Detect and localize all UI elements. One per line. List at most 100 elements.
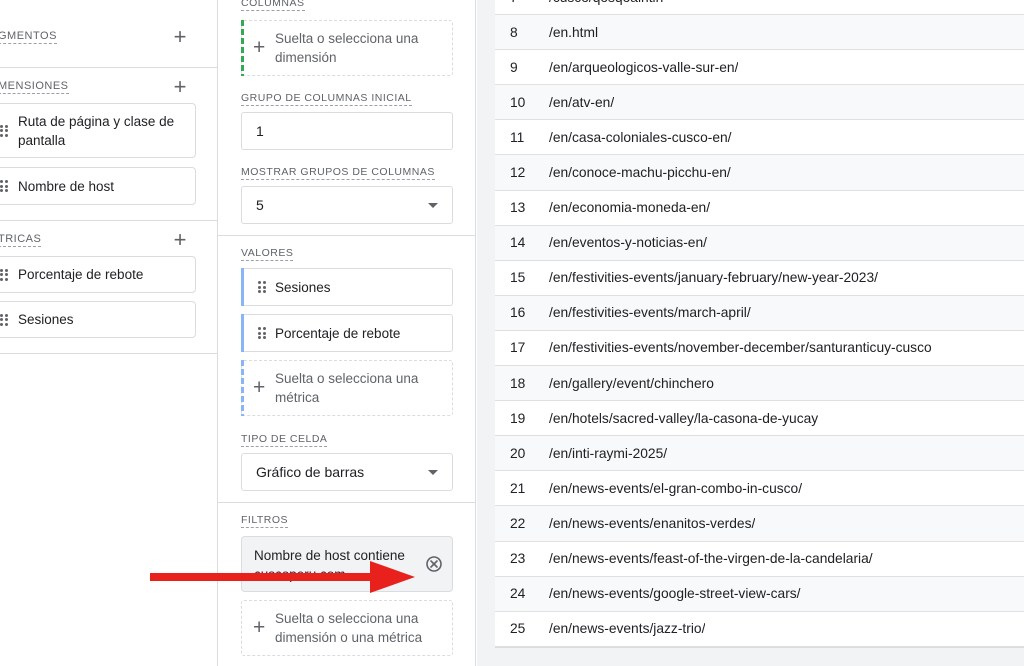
values-drop-zone[interactable]: + Suelta o selecciona una métrica [241, 360, 453, 416]
table-row[interactable]: 9/en/arqueologicos-valle-sur-en/ [495, 50, 1024, 86]
table-row[interactable]: 11/en/casa-coloniales-cusco-en/ [495, 120, 1024, 156]
row-number: 23 [510, 551, 526, 567]
page-path-cell: /en/casa-coloniales-cusco-en/ [549, 129, 732, 145]
table-row[interactable]: 17/en/festivities-events/november-decemb… [495, 330, 1024, 367]
divider [0, 353, 218, 354]
row-number: 7 [495, 0, 549, 5]
dropdown-arrow-icon [428, 203, 438, 208]
segments-header: GMENTOS + [0, 26, 218, 50]
value-chip-sessions[interactable]: Sesiones [241, 268, 453, 306]
table-row[interactable]: 22/en/news-events/enanitos-verdes/ [495, 506, 1024, 542]
row-number: 15 [510, 270, 526, 286]
values-label: VALORES [241, 247, 294, 261]
row-number: 20 [510, 445, 526, 461]
row-number: 14 [510, 235, 526, 251]
page-path-cell: /en/conoce-machu-picchu-en/ [549, 165, 731, 181]
row-number: 9 [510, 59, 518, 75]
tab-settings-panel: COLUMNAS + Suelta o selecciona una dimen… [218, 0, 476, 666]
table-row[interactable]: 23/en/news-events/feast-of-the-virgen-de… [495, 541, 1024, 577]
filter-chip-hostname[interactable]: Nombre de host contiene cuscoperu.com [241, 536, 453, 592]
drag-handle-icon[interactable] [0, 268, 8, 281]
columns-drop-text: Suelta o selecciona una dimensión [275, 31, 419, 65]
table-row[interactable]: 19/en/hotels/sacred-valley/la-casona-de-… [495, 401, 1024, 437]
table-row[interactable]: 10/en/atv-en/ [495, 85, 1024, 121]
columns-drop-zone[interactable]: + Suelta o selecciona una dimensión [241, 20, 453, 76]
table-row[interactable]: 14/en/eventos-y-noticias-en/ [495, 225, 1024, 261]
row-number: 19 [510, 410, 526, 426]
page-path-cell: /en/inti-raymi-2025/ [549, 445, 668, 461]
metric-chip-bounce-rate[interactable]: Porcentaje de rebote [0, 256, 196, 293]
filters-label: FILTROS [241, 514, 289, 528]
drag-handle-icon[interactable] [258, 327, 266, 339]
results-table: 7/cusco/qosqoaintin8/en.html9/en/arqueol… [495, 0, 1024, 666]
divider [0, 220, 218, 221]
table-row[interactable]: 15/en/festivities-events/january-februar… [495, 260, 1024, 296]
page-path-cell: /en/news-events/google-street-view-cars/ [549, 586, 801, 602]
show-groups-label: MOSTRAR GRUPOS DE COLUMNAS [241, 166, 435, 180]
plus-icon: + [253, 616, 266, 639]
table-row[interactable]: 18/en/gallery/event/chinchero [495, 366, 1024, 402]
page-path-cell: /en/gallery/event/chinchero [549, 375, 714, 391]
row-number: 8 [510, 24, 518, 40]
table-row[interactable]: 24/en/news-events/google-street-view-car… [495, 576, 1024, 612]
table-row[interactable]: 21/en/news-events/el-gran-combo-in-cusco… [495, 471, 1024, 507]
row-number: 21 [510, 480, 526, 496]
values-drop-text: Suelta o selecciona una métrica [275, 371, 419, 405]
add-segment-button[interactable]: + [168, 26, 192, 50]
remove-filter-icon[interactable] [425, 555, 443, 573]
page-path-cell: /en/news-events/jazz-trio/ [549, 621, 706, 637]
row-number: 16 [510, 305, 526, 321]
row-number: 17 [510, 340, 526, 356]
row-number: 11 [510, 129, 525, 145]
exploration-editor: GMENTOS + MENSIONES + Ruta de página y c… [0, 0, 1024, 666]
table-row[interactable]: 12/en/conoce-machu-picchu-en/ [495, 155, 1024, 191]
value-chip-label: Porcentaje de rebote [275, 325, 401, 341]
segments-label: GMENTOS [0, 30, 57, 44]
add-dimension-button[interactable]: + [168, 76, 192, 100]
table-row[interactable]: 25/en/news-events/jazz-trio/ [495, 611, 1024, 647]
filters-drop-zone[interactable]: + Suelta o selecciona una dimensión o un… [241, 600, 453, 656]
cell-type-value: Gráfico de barras [256, 464, 365, 480]
divider [218, 235, 476, 236]
columns-label: COLUMNAS [241, 0, 305, 11]
row-number: 13 [510, 200, 526, 216]
divider [218, 502, 476, 503]
drag-handle-icon[interactable] [0, 124, 8, 137]
start-group-value: 1 [256, 123, 264, 139]
page-path-cell: /en/arqueologicos-valle-sur-en/ [549, 59, 739, 75]
table-row[interactable]: 7/cusco/qosqoaintin [495, 0, 1024, 16]
metric-chip-label: Porcentaje de rebote [18, 267, 144, 282]
table-row[interactable]: 16/en/festivities-events/march-april/ [495, 295, 1024, 331]
metric-chip-sessions[interactable]: Sesiones [0, 301, 196, 338]
page-path-cell: /en/atv-en/ [549, 94, 615, 110]
page-path-cell: /en/news-events/enanitos-verdes/ [549, 515, 756, 531]
page-path-cell: /en/eventos-y-noticias-en/ [549, 235, 707, 251]
dimensions-header: MENSIONES + [0, 76, 218, 100]
page-path-cell: /en/economia-moneda-en/ [549, 200, 711, 216]
start-group-input[interactable]: 1 [241, 112, 453, 150]
dimension-chip-page-path[interactable]: Ruta de página y clase de pantalla [0, 103, 196, 158]
metrics-label: TRICAS [0, 233, 42, 247]
plus-icon: + [253, 36, 266, 59]
value-chip-bounce-rate[interactable]: Porcentaje de rebote [241, 314, 453, 352]
row-number: 18 [510, 375, 526, 391]
cell-type-label: TIPO DE CELDA [241, 433, 328, 447]
table-body: 7/cusco/qosqoaintin8/en.html9/en/arqueol… [495, 0, 1024, 647]
table-row[interactable]: 20/en/inti-raymi-2025/ [495, 436, 1024, 472]
metric-chip-label: Sesiones [18, 312, 74, 327]
drag-handle-icon[interactable] [258, 281, 266, 293]
cell-type-select[interactable]: Gráfico de barras [241, 453, 453, 491]
row-number: 10 [510, 94, 526, 110]
drag-handle-icon[interactable] [0, 180, 8, 192]
drag-handle-icon[interactable] [0, 313, 8, 326]
table-row[interactable]: 13/en/economia-moneda-en/ [495, 190, 1024, 226]
divider [0, 67, 218, 68]
dimension-chip-label: Ruta de página y clase de pantalla [18, 113, 175, 148]
show-groups-select[interactable]: 5 [241, 186, 453, 224]
filter-chip-text: Nombre de host contiene cuscoperu.com [254, 548, 405, 582]
add-metric-button[interactable]: + [168, 229, 192, 253]
dimension-chip-hostname[interactable]: Nombre de host [0, 167, 196, 205]
filters-drop-text: Suelta o selecciona una dimensión o una … [275, 611, 423, 645]
table-row[interactable]: 8/en.html [495, 15, 1024, 51]
page-path-cell: /en/news-events/feast-of-the-virgen-de-l… [549, 551, 873, 567]
